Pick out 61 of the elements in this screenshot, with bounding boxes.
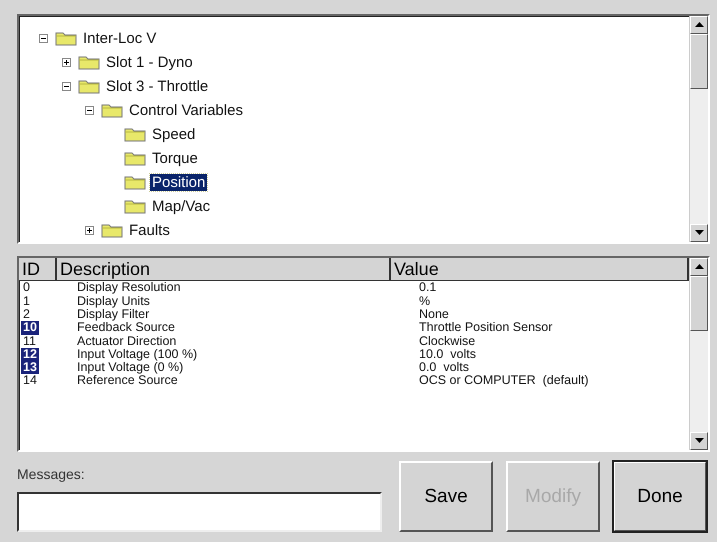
value-cell: % [419, 294, 430, 308]
scroll-up-icon[interactable] [690, 258, 708, 276]
folder-icon [124, 150, 146, 166]
id-cell: 10 [21, 321, 39, 335]
id-cell: 13 [21, 361, 39, 374]
column-header[interactable]: Description [57, 258, 391, 280]
description-cell: Display Filter [77, 306, 150, 321]
folder-icon [78, 78, 100, 94]
value-cell: 10.0 volts [419, 346, 476, 361]
scroll-thumb[interactable] [690, 34, 708, 89]
id-cell-text: 1 [22, 294, 31, 308]
value-cell: Clockwise [419, 334, 476, 348]
tree-item[interactable]: Inter-Loc V [81, 30, 158, 46]
messages-label: Messages: [17, 466, 86, 482]
folder-icon [124, 174, 146, 190]
expand-icon[interactable] [85, 226, 94, 234]
collapse-icon[interactable] [62, 82, 71, 90]
tree-item[interactable]: Slot 3 - Throttle [104, 78, 210, 94]
column-header[interactable]: ID [19, 258, 57, 280]
description-cell: Reference Source [77, 373, 178, 388]
folder-icon [124, 198, 146, 214]
value-cell: None [419, 306, 449, 321]
id-cell-text: 0 [22, 281, 31, 295]
tree-item[interactable]: Faults [127, 222, 172, 238]
value-cell: 0.0 volts [419, 360, 470, 374]
scrollbar[interactable] [689, 16, 708, 242]
description-cell: Input Voltage (100 %) [77, 346, 198, 361]
id-cell: 12 [21, 348, 39, 362]
id-cell-text: 2 [22, 308, 31, 322]
folder-icon [78, 54, 100, 70]
scroll-down-icon[interactable] [690, 224, 708, 242]
id-cell-text: 14 [22, 374, 38, 388]
value-cell: 0.1 [419, 280, 436, 294]
messages-field[interactable] [17, 492, 382, 532]
folder-icon [101, 222, 123, 238]
description-cell: Display Resolution [77, 280, 181, 294]
tree-item[interactable]: Control Variables [127, 102, 245, 118]
description-cell: Display Units [77, 294, 150, 308]
value-cell: OCS or COMPUTER (default) [419, 373, 588, 388]
collapse-icon[interactable] [39, 34, 48, 42]
id-cell-text: 11 [22, 334, 37, 348]
folder-icon [101, 102, 123, 118]
tree-item[interactable]: Torque [150, 150, 200, 166]
scroll-down-icon[interactable] [690, 432, 708, 450]
tree-item[interactable]: Map/Vac [150, 198, 212, 214]
description-cell: Input Voltage (0 %) [77, 360, 184, 374]
tree-item[interactable]: Speed [150, 126, 198, 142]
scroll-thumb[interactable] [690, 276, 708, 332]
description-cell: Actuator Direction [77, 334, 176, 348]
value-cell: Throttle Position Sensor [419, 320, 552, 334]
action-button[interactable]: Save [399, 461, 493, 532]
expand-icon[interactable] [62, 58, 71, 66]
folder-icon [55, 30, 77, 46]
tree-item[interactable]: Slot 1 - Dyno [104, 54, 195, 70]
collapse-icon[interactable] [85, 106, 94, 114]
folder-icon [124, 126, 146, 142]
tree-item[interactable]: Position [150, 174, 208, 190]
scrollbar[interactable] [689, 258, 708, 450]
description-cell: Feedback Source [77, 320, 175, 334]
action-button[interactable]: Done [613, 461, 707, 532]
scroll-up-icon[interactable] [690, 16, 708, 34]
